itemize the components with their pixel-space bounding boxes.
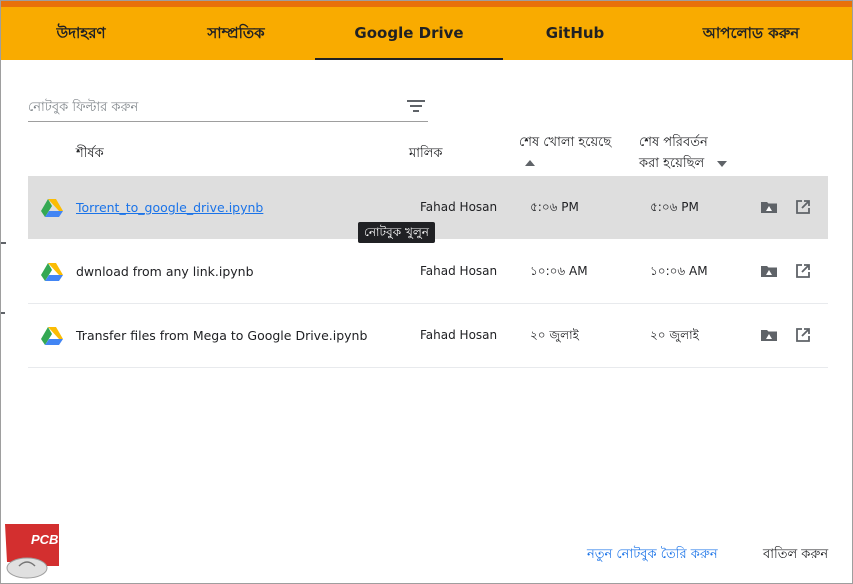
column-header-owner[interactable]: মালিক bbox=[409, 143, 443, 164]
notebook-title[interactable]: Transfer files from Mega to Google Drive… bbox=[76, 304, 367, 367]
pcb-logo: PCB bbox=[1, 522, 63, 583]
notebook-title[interactable]: dwnload from any link.ipynb bbox=[76, 240, 254, 303]
column-header-last-modified[interactable]: শেষ পরিবর্তন bbox=[639, 132, 708, 153]
last-opened-cell: ১০:০৬ AM bbox=[530, 264, 588, 278]
google-drive-icon bbox=[41, 263, 63, 281]
tab-recent[interactable]: সাম্প্রতিক bbox=[161, 7, 311, 60]
table-row[interactable]: Transfer files from Mega to Google Drive… bbox=[28, 304, 828, 368]
column-header-title[interactable]: শীর্ষক bbox=[76, 143, 104, 164]
tab-bar: উদাহরণ সাম্প্রতিক Google Drive GitHub আপ… bbox=[1, 7, 852, 60]
tab-google-drive[interactable]: Google Drive bbox=[315, 7, 503, 60]
open-notebook-tooltip: নোটবুক খুলুন bbox=[358, 222, 435, 243]
new-notebook-button[interactable]: নতুন নোটবুক তৈরি করুন bbox=[587, 543, 718, 567]
sort-descending-icon bbox=[717, 161, 727, 167]
open-in-new-tab-icon[interactable] bbox=[794, 262, 812, 280]
edge-mark bbox=[1, 242, 6, 244]
open-notebook-dialog: উদাহরণ সাম্প্রতিক Google Drive GitHub আপ… bbox=[0, 0, 853, 584]
last-opened-cell: ৫:০৬ PM bbox=[530, 200, 579, 214]
column-header-last-modified-line2[interactable]: করা হয়েছিল bbox=[639, 153, 704, 174]
sort-ascending-icon bbox=[525, 160, 535, 166]
google-drive-icon bbox=[41, 199, 63, 217]
drive-folder-icon[interactable] bbox=[760, 198, 778, 216]
notebook-title-link[interactable]: Torrent_to_google_drive.ipynb bbox=[76, 176, 263, 239]
drive-folder-icon[interactable] bbox=[760, 326, 778, 344]
filter-field bbox=[28, 93, 428, 122]
last-modified-cell: ২০ জুলাই bbox=[650, 328, 699, 342]
tab-upload[interactable]: আপলোড করুন bbox=[661, 7, 841, 60]
open-in-new-tab-icon[interactable] bbox=[794, 198, 812, 216]
cancel-button[interactable]: বাতিল করুন bbox=[763, 543, 828, 567]
drive-folder-icon[interactable] bbox=[760, 262, 778, 280]
filter-list-icon[interactable] bbox=[406, 98, 426, 114]
table-row[interactable]: dwnload from any link.ipynb Fahad Hosan … bbox=[28, 240, 828, 304]
owner-cell: Fahad Hosan bbox=[420, 328, 498, 342]
last-modified-cell: ১০:০৬ AM bbox=[650, 264, 708, 278]
google-drive-icon bbox=[41, 327, 63, 345]
filter-input[interactable] bbox=[28, 95, 388, 119]
owner-cell: Fahad Hosan bbox=[420, 264, 498, 278]
tab-github[interactable]: GitHub bbox=[503, 7, 647, 60]
last-modified-cell: ৫:০৬ PM bbox=[650, 200, 699, 214]
column-header-last-opened[interactable]: শেষ খোলা হয়েছে bbox=[519, 132, 611, 153]
open-in-new-tab-icon[interactable] bbox=[794, 326, 812, 344]
logo-text: PCB bbox=[31, 532, 58, 547]
edge-mark bbox=[1, 312, 5, 314]
tab-examples[interactable]: উদাহরণ bbox=[1, 7, 161, 60]
last-opened-cell: ২০ জুলাই bbox=[530, 328, 579, 342]
